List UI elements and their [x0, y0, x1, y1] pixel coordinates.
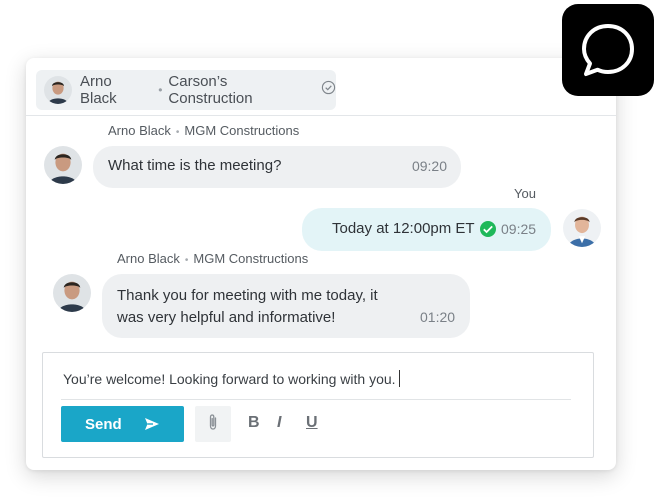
meta-separator: •	[184, 255, 189, 266]
message-time: 09:20	[411, 158, 447, 174]
message-meta: Arno Black • MGM Constructions	[108, 123, 299, 138]
message-text: Today at 12:00pm ET	[332, 220, 475, 237]
speech-bubble-icon	[582, 24, 634, 76]
read-receipt-icon	[480, 221, 496, 241]
message-sender-you: You	[514, 186, 536, 201]
header-separator: •	[158, 83, 163, 97]
message-text: What time is the meeting?	[108, 157, 282, 174]
bold-button[interactable]: B	[248, 414, 260, 432]
paper-plane-icon	[144, 417, 160, 431]
italic-button[interactable]: I	[277, 414, 281, 432]
chat-app-icon	[562, 4, 654, 96]
attach-button[interactable]	[195, 406, 231, 442]
header-company-name: Carson’s Construction	[168, 73, 253, 107]
underline-button[interactable]: U	[306, 414, 318, 432]
message-time: 09:25	[501, 221, 537, 237]
my-avatar	[563, 209, 601, 247]
header-divider	[26, 115, 616, 116]
message-input[interactable]: You’re welcome! Looking forward to worki…	[63, 370, 400, 387]
outgoing-message-bubble: Today at 12:00pm ET 09:25	[302, 208, 551, 251]
sender-avatar	[44, 146, 82, 184]
message-company: MGM Constructions	[193, 251, 309, 266]
meta-separator: •	[175, 127, 180, 138]
incoming-message-bubble: What time is the meeting? 09:20	[93, 146, 461, 188]
contact-avatar	[44, 76, 72, 104]
message-time: 01:20	[420, 309, 456, 325]
paperclip-icon	[207, 413, 219, 436]
conversation-header[interactable]: Arno Black • Carson’s Construction	[36, 70, 336, 110]
message-company: MGM Constructions	[184, 123, 300, 138]
text-caret	[398, 370, 400, 387]
sender-avatar	[53, 274, 91, 312]
incoming-message-bubble: Thank you for meeting with me today, it …	[102, 274, 470, 338]
message-input-text: You’re welcome! Looking forward to worki…	[63, 371, 396, 387]
verified-check-icon	[321, 80, 336, 100]
send-button-label: Send	[85, 415, 122, 433]
header-contact-name: Arno Black	[80, 73, 117, 107]
message-sender: Arno Black	[108, 123, 171, 138]
message-text-line: Thank you for meeting with me today, it	[117, 287, 378, 304]
message-text-line: was very helpful and informative!	[117, 309, 336, 326]
message-composer: You’re welcome! Looking forward to worki…	[42, 352, 594, 458]
message-sender: Arno Black	[117, 251, 180, 266]
send-button[interactable]: Send	[61, 406, 184, 442]
composer-divider	[61, 399, 571, 400]
message-meta: Arno Black • MGM Constructions	[117, 251, 308, 266]
